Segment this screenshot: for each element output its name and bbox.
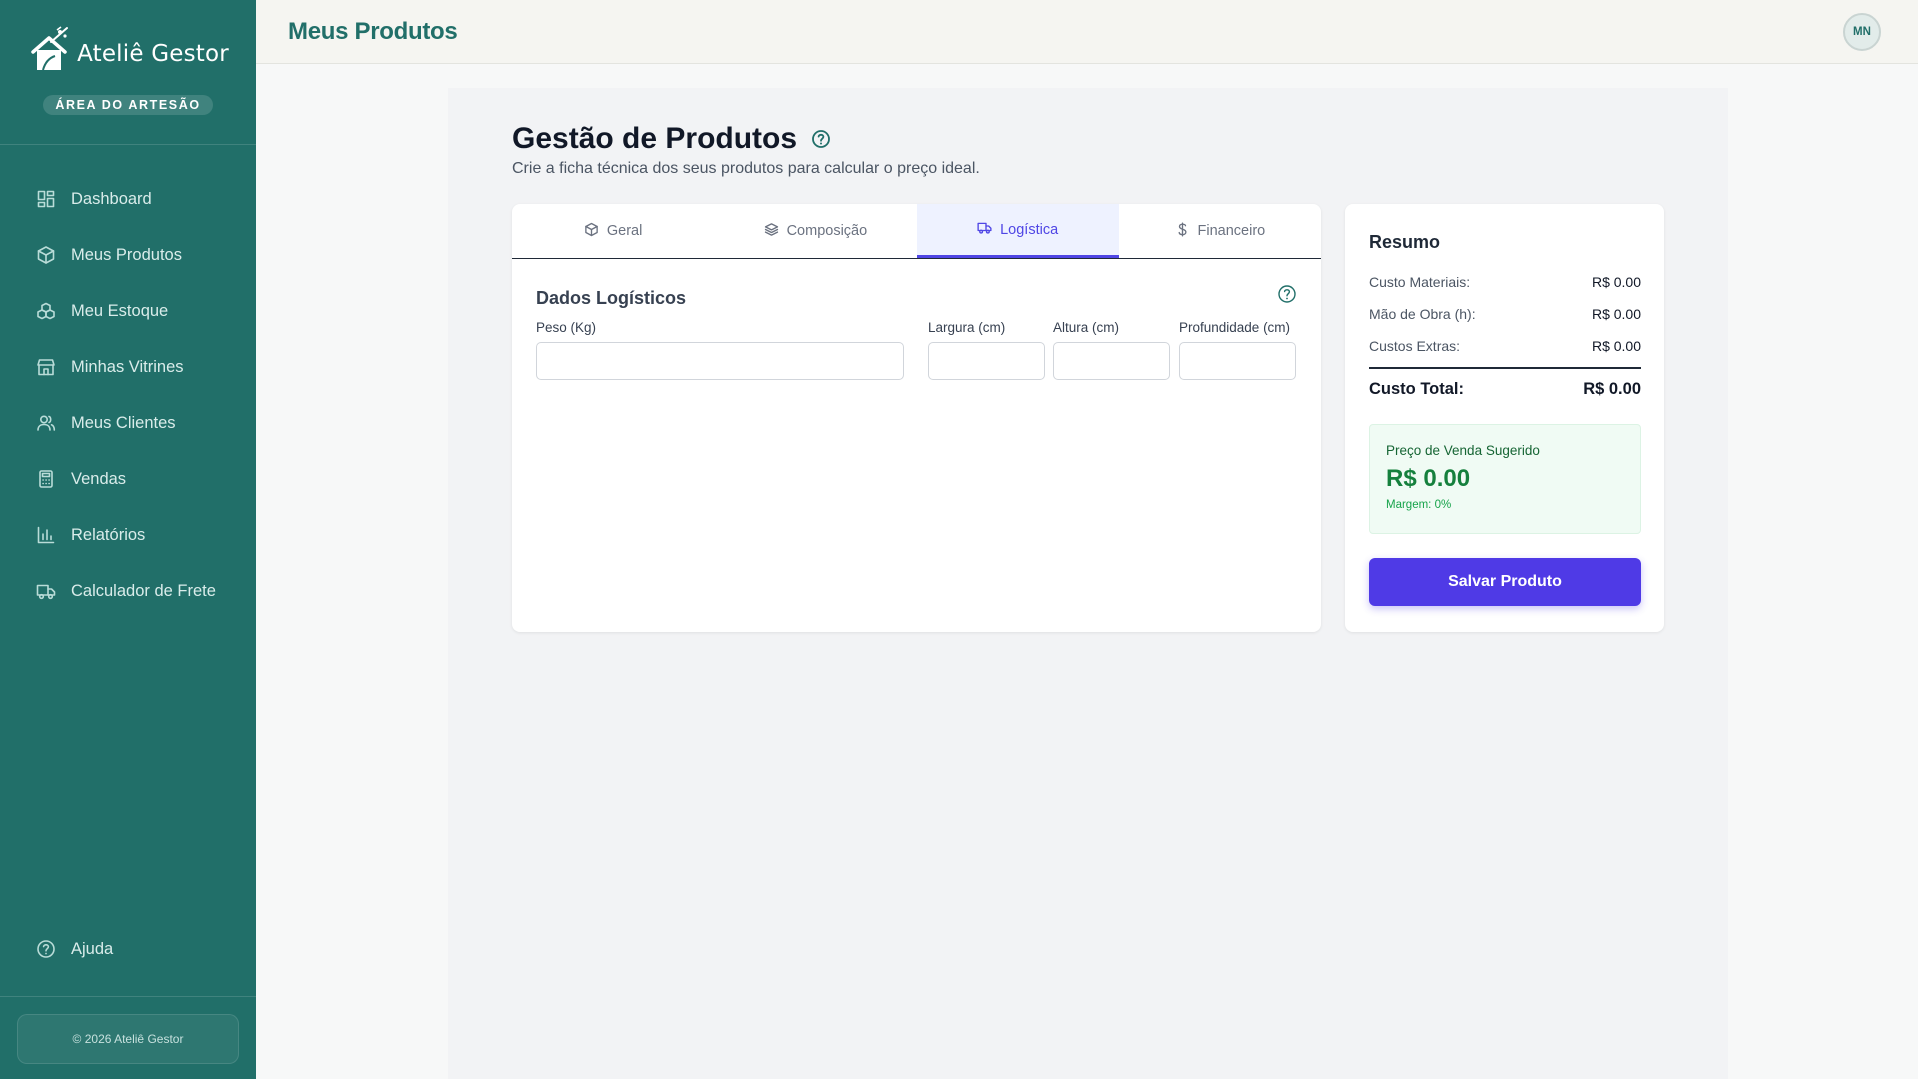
sidebar-item-label: Meu Estoque (71, 301, 169, 320)
help-circle-icon (36, 939, 56, 959)
margin-text: Margem: 0% (1386, 499, 1452, 511)
sidebar-item-label: Dashboard (71, 189, 152, 208)
sidebar-nav: Dashboard Meus Produtos Meu Estoque Minh… (0, 145, 256, 619)
tab-general[interactable]: Geral (512, 204, 714, 258)
brand-logo[interactable]: Ateliê Gestor (27, 26, 229, 81)
tab-logistics[interactable]: Logística (916, 204, 1119, 258)
brand-name: Ateliê Gestor (77, 40, 229, 67)
bar-chart-icon (36, 525, 56, 545)
calculator-icon (36, 469, 56, 489)
width-input[interactable] (928, 342, 1045, 380)
sidebar-item-label: Ajuda (71, 939, 114, 958)
depth-input[interactable] (1179, 342, 1296, 380)
sidebar-item-products[interactable]: Meus Produtos (0, 227, 256, 283)
sidebar-item-label: Minhas Vitrines (71, 357, 184, 376)
page-title: Gestão de Produtos (512, 122, 798, 155)
save-product-button[interactable]: Salvar Produto (1369, 558, 1641, 606)
summary-row-labor: Mão de Obra (h): R$ 0.00 (1369, 306, 1641, 322)
tab-composition[interactable]: Composição (714, 204, 916, 258)
truck-icon (977, 220, 992, 239)
product-form-card: Geral Composição Logística Financeiro Da… (512, 204, 1321, 632)
sidebar-item-reports[interactable]: Relatórios (0, 507, 256, 563)
weight-input[interactable] (536, 342, 904, 380)
sidebar-item-sales[interactable]: Vendas (0, 451, 256, 507)
width-label: Largura (cm) (928, 320, 1006, 335)
main-content: Gestão de Produtos Crie a ficha técnica … (448, 88, 1728, 1079)
width-field-group: Largura (cm) (928, 320, 1045, 380)
summary-divider (1369, 367, 1641, 369)
tab-label: Geral (606, 223, 643, 239)
brand: Ateliê Gestor ÁREA DO ARTESÃO (0, 0, 256, 145)
sidebar-item-shipping-calculator[interactable]: Calculador de Frete (0, 563, 256, 619)
sidebar-item-label: Meus Clientes (71, 413, 176, 432)
role-badge: ÁREA DO ARTESÃO (43, 95, 213, 115)
summary-card: Resumo Custo Materiais: R$ 0.00 Mão de O… (1345, 204, 1664, 632)
dollar-icon (1175, 221, 1190, 241)
avatar[interactable]: MN (1843, 13, 1881, 51)
summary-total-row: Custo Total: R$ 0.00 (1369, 380, 1641, 399)
suggested-price-box: Preço de Venda Sugerido R$ 0.00 Margem: … (1369, 424, 1641, 534)
summary-row-extras: Custos Extras: R$ 0.00 (1369, 338, 1641, 354)
sidebar-item-label: Vendas (71, 469, 127, 488)
summary-row-label: Custo Materiais: (1369, 274, 1471, 290)
dashboard-icon (36, 189, 56, 209)
total-cost-label: Custo Total: (1369, 380, 1465, 398)
users-icon (36, 413, 56, 433)
summary-title: Resumo (1369, 232, 1441, 252)
height-label: Altura (cm) (1053, 320, 1120, 335)
tab-label: Logística (1000, 221, 1059, 238)
truck-icon (36, 581, 56, 601)
sidebar-item-stock[interactable]: Meu Estoque (0, 283, 256, 339)
sidebar-footer: © 2026 Ateliê Gestor (0, 996, 256, 1079)
help-circle-icon[interactable] (811, 129, 831, 149)
sidebar: Ateliê Gestor ÁREA DO ARTESÃO Dashboard … (0, 0, 256, 1079)
copyright-text: © 2026 Ateliê Gestor (17, 1014, 239, 1064)
store-icon (36, 357, 56, 377)
depth-label: Profundidade (cm) (1179, 320, 1291, 335)
layers-icon (764, 222, 779, 241)
logistics-section-title: Dados Logísticos (536, 288, 687, 308)
sidebar-item-dashboard[interactable]: Dashboard (0, 171, 256, 227)
sidebar-item-label: Relatórios (71, 525, 146, 544)
summary-row-materials: Custo Materiais: R$ 0.00 (1369, 274, 1641, 290)
sidebar-item-clients[interactable]: Meus Clientes (0, 395, 256, 451)
sidebar-item-help[interactable]: Ajuda (0, 921, 256, 977)
sidebar-item-label: Meus Produtos (71, 245, 182, 264)
tab-label: Financeiro (1197, 223, 1266, 239)
tab-financial[interactable]: Financeiro (1119, 204, 1321, 258)
box-icon (36, 245, 56, 265)
summary-row-value: R$ 0.00 (1591, 338, 1641, 354)
summary-row-value: R$ 0.00 (1591, 274, 1641, 290)
house-logo-icon (27, 26, 71, 81)
help-circle-icon[interactable] (1277, 284, 1297, 304)
depth-field-group: Profundidade (cm) (1179, 320, 1296, 380)
total-cost-value: R$ 0.00 (1583, 380, 1641, 398)
height-field-group: Altura (cm) (1053, 320, 1170, 380)
page-title-row: Gestão de Produtos (512, 122, 831, 156)
sidebar-item-storefronts[interactable]: Minhas Vitrines (0, 339, 256, 395)
header-title: Meus Produtos (288, 17, 458, 45)
weight-label: Peso (Kg) (536, 320, 597, 335)
height-input[interactable] (1053, 342, 1170, 380)
suggested-price-value: R$ 0.00 (1386, 465, 1471, 492)
boxes-icon (36, 301, 56, 321)
tab-label: Composição (786, 223, 868, 239)
box-icon (584, 222, 599, 241)
summary-row-label: Mão de Obra (h): (1369, 306, 1476, 322)
summary-row-value: R$ 0.00 (1591, 306, 1641, 322)
top-header: Meus Produtos MN (256, 0, 1918, 64)
page-subtitle: Crie a ficha técnica dos seus produtos p… (512, 160, 980, 177)
weight-field-group: Peso (Kg) (536, 320, 904, 380)
sidebar-item-label: Calculador de Frete (71, 581, 216, 600)
summary-row-label: Custos Extras: (1369, 338, 1461, 354)
product-tabs: Geral Composição Logística Financeiro (512, 204, 1321, 259)
suggested-price-label: Preço de Venda Sugerido (1386, 443, 1540, 458)
